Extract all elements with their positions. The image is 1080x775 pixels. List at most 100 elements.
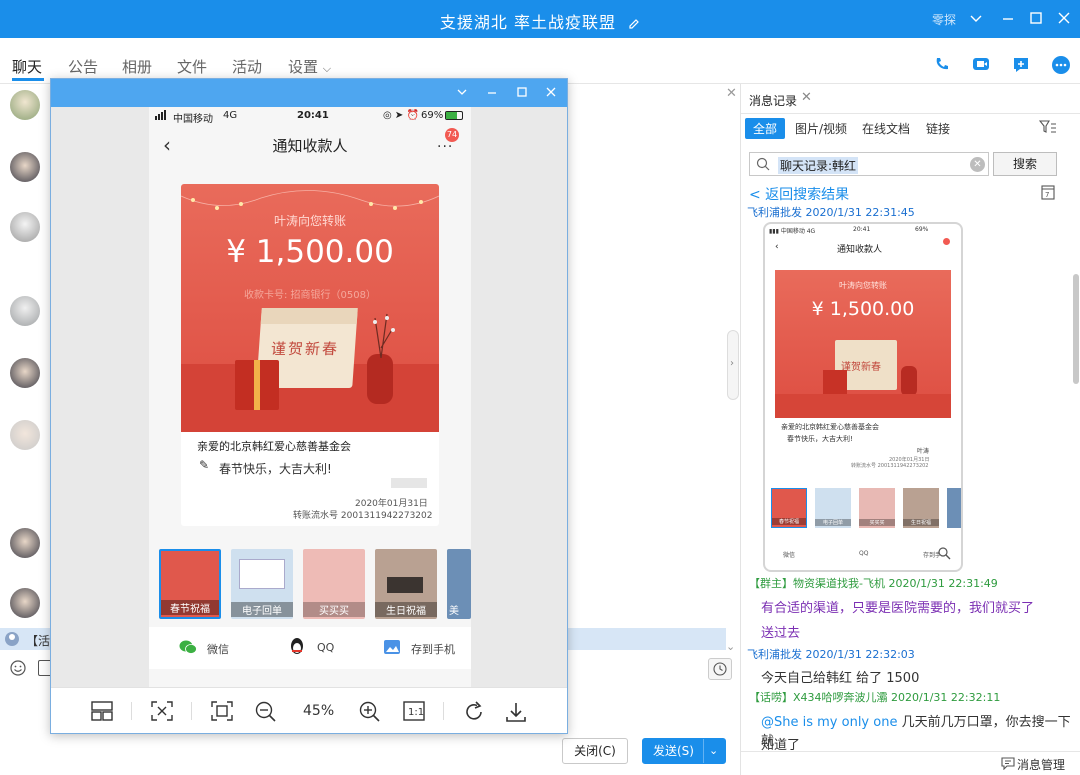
message-manage-button[interactable]: 消息管理 <box>1017 756 1065 773</box>
mini-floor <box>775 394 951 418</box>
mini-calendar-text: 谨贺新春 <box>841 362 881 373</box>
scrollbar[interactable] <box>1073 274 1079 384</box>
close-icon[interactable]: ✕ <box>801 90 812 105</box>
thumbnail-e-receipt[interactable]: 电子回单 <box>231 549 293 619</box>
avatar[interactable] <box>10 528 40 558</box>
thumbnail-label: 美 <box>449 606 459 617</box>
filter-media[interactable]: 图片/视频 <box>795 120 847 137</box>
avatar[interactable] <box>10 90 40 120</box>
divider <box>191 702 192 720</box>
video-call-button[interactable] <box>966 50 994 78</box>
filter-all[interactable]: 全部 <box>745 118 786 139</box>
user-label: 零探 <box>932 13 957 27</box>
more-options-button[interactable] <box>1046 50 1074 78</box>
svg-text:1:1: 1:1 <box>408 707 424 718</box>
minimize-icon[interactable] <box>485 85 499 99</box>
layout-icon[interactable] <box>91 701 113 721</box>
minimize-icon[interactable] <box>1000 10 1016 26</box>
close-icon[interactable]: ✕ <box>726 86 737 101</box>
add-message-button[interactable] <box>1006 50 1034 78</box>
transfer-screenshot-thumbnail[interactable]: ▮▮▮ 中国移动 4G 20:41 69% ‹ 通知收款人 叶涛向您转账 ¥ 1,5… <box>763 222 963 572</box>
chevron-down-icon: ⌵ <box>322 62 332 75</box>
mini-share-wechat: 微信 <box>783 552 796 559</box>
window-titlebar: 支援湖北 率土战疫联盟 零探 <box>0 0 1080 38</box>
avatar[interactable] <box>10 588 40 618</box>
mini-thumb <box>947 488 961 528</box>
download-icon[interactable] <box>505 701 527 723</box>
history-clock-button[interactable] <box>708 658 732 680</box>
ocr-icon[interactable] <box>151 701 173 721</box>
avatar[interactable] <box>10 420 40 450</box>
redacted-sender <box>391 478 427 488</box>
search-input[interactable]: 聊天记录:韩红 ✕ <box>749 152 989 176</box>
filter-docs[interactable]: 在线文档 <box>862 120 910 137</box>
tab-files[interactable]: 文件 <box>177 56 207 77</box>
zoom-in-icon[interactable] <box>359 701 381 723</box>
transfer-serial: 转账流水号 2001311942273202 <box>293 511 433 521</box>
avatar[interactable] <box>10 358 40 388</box>
window-title: 支援湖北 率土战疫联盟 <box>0 9 1080 33</box>
close-button[interactable]: 关闭(C) <box>562 738 628 764</box>
thumbnail-spring-blessing[interactable]: 春节祝福 <box>159 549 221 619</box>
tab-announcement[interactable]: 公告 <box>68 56 98 77</box>
avatar[interactable] <box>10 152 40 182</box>
mini-greeting: 春节快乐，大吉大利! <box>787 435 853 443</box>
qq-icon <box>289 637 305 657</box>
fit-screen-icon[interactable] <box>211 701 233 721</box>
tab-settings[interactable]: 设置 ⌵ <box>288 56 331 77</box>
mini-battery: 69% <box>915 226 929 233</box>
close-icon[interactable] <box>544 85 558 99</box>
active-tab-indicator <box>12 78 44 81</box>
actual-size-icon[interactable]: 1:1 <box>403 701 425 721</box>
thumbnail-birthday[interactable]: 生日祝福 <box>375 549 437 619</box>
wechat-icon <box>179 639 197 655</box>
thumbnail-shopping[interactable]: 买买买 <box>303 549 365 619</box>
mini-thumb-label: 电子回单 <box>815 519 851 526</box>
calendar-text: 谨贺新春 <box>270 340 340 358</box>
phone-call-button[interactable] <box>928 50 956 78</box>
mini-thumb: 春节祝福 <box>771 488 807 528</box>
phone-status-bar: 中国移动 4G 20:41 ◎ ➤ ⏰ 69% <box>149 107 471 125</box>
tab-chat[interactable]: 聊天 <box>12 56 42 77</box>
transfer-heading: 叶涛向您转账 <box>273 214 346 228</box>
filter-icon[interactable] <box>1039 120 1057 134</box>
chevron-down-icon[interactable] <box>455 85 469 99</box>
send-button[interactable]: 发送(S) ⌄ <box>642 738 726 764</box>
emoji-icon[interactable] <box>10 660 26 676</box>
mini-card-red: 叶涛向您转账 ¥ 1,500.00 谨贺新春 <box>775 270 951 418</box>
chevron-down-icon[interactable] <box>968 10 984 26</box>
viewer-toolbar: 45% 1:1 <box>51 687 567 733</box>
clear-search-icon[interactable]: ✕ <box>970 157 985 172</box>
zoom-icon <box>937 546 951 560</box>
rotate-icon[interactable] <box>463 701 485 723</box>
mention[interactable]: @She is my only one <box>761 715 897 730</box>
member-icon <box>4 631 20 647</box>
panel-collapse-handle[interactable]: › <box>727 330 739 400</box>
zoom-out-icon[interactable] <box>255 701 277 723</box>
message-manage-icon[interactable] <box>1001 756 1015 770</box>
maximize-icon[interactable] <box>1028 10 1044 26</box>
recipient-name: 亲爱的北京韩红爱心慈善基金会 <box>197 440 351 453</box>
close-icon[interactable] <box>1056 10 1072 26</box>
thumbnail-partial[interactable]: 美 <box>447 549 471 619</box>
avatar[interactable] <box>10 296 40 326</box>
group-name[interactable]: 支援湖北 率土战疫联盟 <box>440 13 616 32</box>
search-button[interactable]: 搜索 <box>993 152 1057 176</box>
back-to-results-link[interactable]: < 返回搜索结果 <box>749 184 849 204</box>
history-title[interactable]: 消息记录 <box>749 92 797 109</box>
avatar[interactable] <box>10 212 40 242</box>
filter-links[interactable]: 链接 <box>926 120 950 137</box>
history-footer: 消息管理 <box>741 751 1080 775</box>
mini-share-qq: QQ <box>859 550 869 557</box>
mini-carrier: ▮▮▮ 中国移动 4G <box>769 228 816 235</box>
pen-icon: ✎ <box>199 458 210 472</box>
tab-activity[interactable]: 活动 <box>232 56 262 77</box>
mini-serial: 转账流水号 2001311942273202 <box>851 463 929 469</box>
account-number: 收款卡号: 招商银行（0508） <box>244 290 376 301</box>
edit-icon[interactable] <box>628 18 640 30</box>
calendar-icon[interactable]: 7 <box>1041 184 1055 200</box>
chevron-down-icon[interactable]: ⌄ <box>709 739 718 763</box>
tab-album[interactable]: 相册 <box>122 56 152 77</box>
maximize-icon[interactable] <box>515 85 529 99</box>
receipt-illustration <box>239 559 285 589</box>
